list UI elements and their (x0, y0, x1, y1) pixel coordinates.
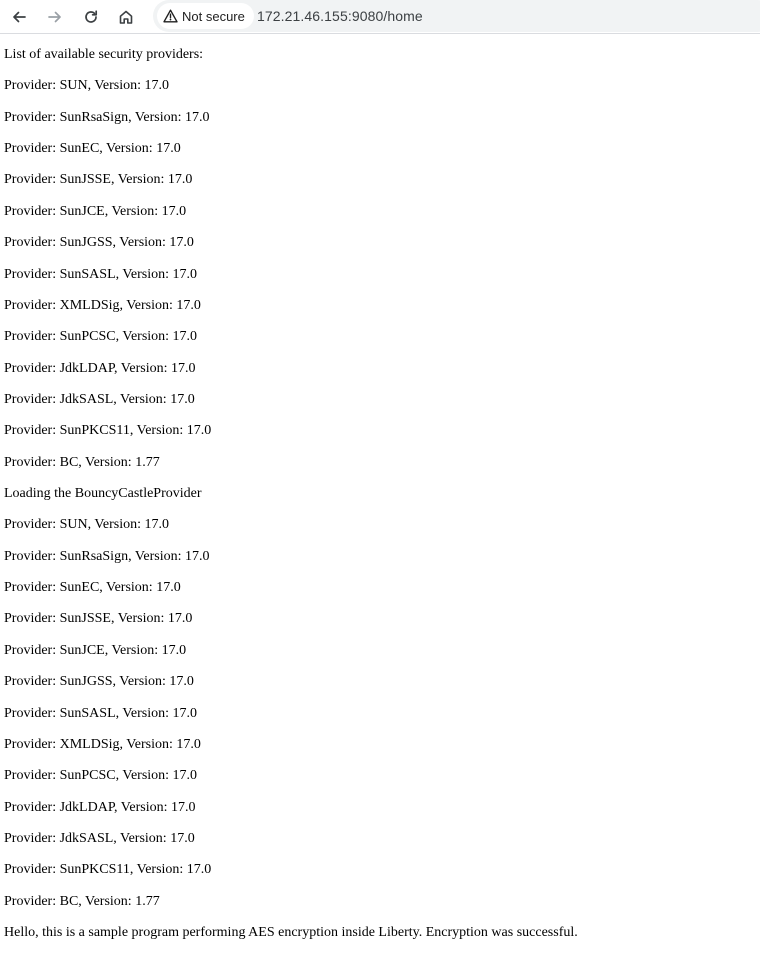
provider-line: Provider: SunSASL, Version: 17.0 (4, 705, 198, 721)
site-security-chip[interactable]: Not secure (157, 3, 254, 29)
provider-line: Provider: SunPKCS11, Version: 17.0 (4, 862, 212, 878)
home-icon (119, 10, 133, 24)
provider-line: Provider: XMLDSig, Version: 17.0 (4, 297, 201, 313)
browser-toolbar: Not secure 172.21.46.155:9080/home (0, 0, 760, 34)
provider-line: Provider: SunEC, Version: 17.0 (4, 141, 181, 157)
provider-line: Provider: JdkSASL, Version: 17.0 (4, 830, 195, 846)
provider-line: Provider: SunPKCS11, Version: 17.0 (4, 423, 212, 439)
provider-line: Provider: JdkLDAP, Version: 17.0 (4, 799, 196, 815)
warning-icon (163, 9, 178, 23)
provider-line: Provider: XMLDSig, Version: 17.0 (4, 736, 201, 752)
url-text[interactable]: 172.21.46.155:9080/home (257, 8, 423, 24)
provider-line: Provider: SunJSSE, Version: 17.0 (4, 172, 193, 188)
provider-line: Provider: SUN, Version: 17.0 (4, 78, 170, 94)
back-icon (13, 11, 26, 23)
provider-line: Provider: BC, Version: 1.77 (4, 454, 160, 470)
status-line: Loading the BouncyCastleProvider (4, 486, 202, 502)
provider-line: Provider: SunJCE, Version: 17.0 (4, 203, 187, 219)
result-message: Hello, this is a sample program performi… (4, 925, 578, 941)
provider-line: Provider: SunJSSE, Version: 17.0 (4, 611, 193, 627)
provider-line: Provider: SunRsaSign, Version: 17.0 (4, 548, 210, 564)
provider-line: Provider: SunPCSC, Version: 17.0 (4, 329, 198, 345)
provider-line: Provider: SunJCE, Version: 17.0 (4, 642, 187, 658)
forward-button[interactable] (42, 4, 68, 30)
provider-line: Provider: SunJGSS, Version: 17.0 (4, 674, 194, 690)
provider-line: Provider: JdkLDAP, Version: 17.0 (4, 360, 196, 376)
reload-button[interactable] (78, 4, 104, 30)
home-button[interactable] (113, 4, 139, 30)
provider-line: Provider: SunEC, Version: 17.0 (4, 580, 181, 596)
provider-line: Provider: BC, Version: 1.77 (4, 893, 160, 909)
provider-line: Provider: JdkSASL, Version: 17.0 (4, 391, 195, 407)
provider-line: Provider: SunJGSS, Version: 17.0 (4, 235, 194, 251)
provider-line: Provider: SunSASL, Version: 17.0 (4, 266, 198, 282)
provider-line: Provider: SunPCSC, Version: 17.0 (4, 768, 198, 784)
provider-line: Provider: SUN, Version: 17.0 (4, 517, 170, 533)
forward-icon (48, 11, 61, 23)
heading-line: List of available security providers: (4, 47, 204, 62)
provider-line: Provider: SunRsaSign, Version: 17.0 (4, 109, 210, 125)
reload-icon (85, 10, 98, 23)
page-content: List of available security providers: Pr… (4, 46, 578, 955)
back-button[interactable] (6, 4, 32, 30)
security-label: Not secure (182, 8, 245, 24)
